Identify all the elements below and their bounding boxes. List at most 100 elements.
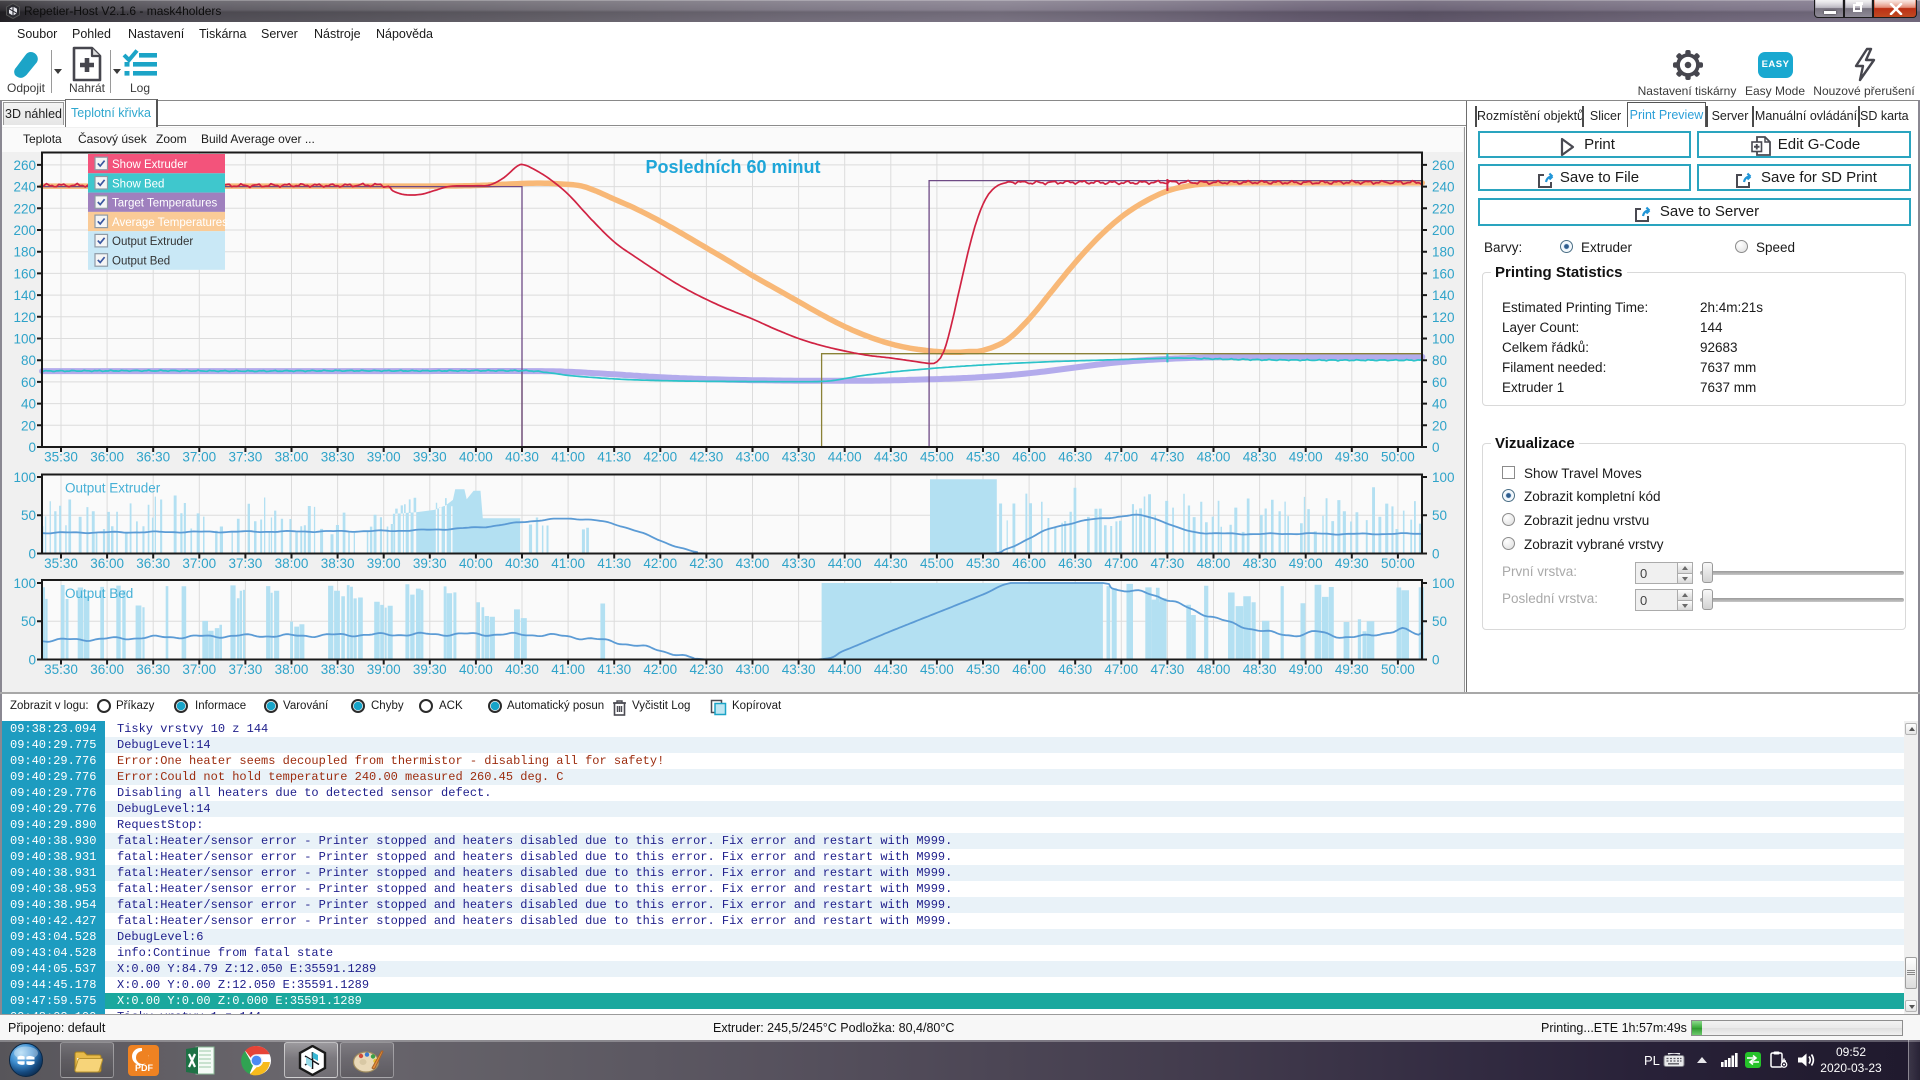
svg-text:Output Bed: Output Bed (112, 256, 170, 268)
svg-text:39:00: 39:00 (367, 662, 401, 677)
svg-text:38:30: 38:30 (321, 450, 355, 465)
svg-text:37:00: 37:00 (182, 662, 216, 677)
svg-text:43:00: 43:00 (736, 556, 770, 571)
svg-text:41:30: 41:30 (597, 556, 631, 571)
svg-text:100: 100 (1432, 576, 1455, 591)
svg-text:46:00: 46:00 (1012, 450, 1046, 465)
svg-text:42:30: 42:30 (690, 450, 724, 465)
svg-text:37:00: 37:00 (182, 450, 216, 465)
svg-text:20: 20 (21, 418, 36, 433)
svg-text:20: 20 (1432, 418, 1447, 433)
svg-text:0: 0 (28, 440, 36, 455)
svg-text:40:30: 40:30 (505, 556, 539, 571)
svg-text:48:30: 48:30 (1243, 662, 1277, 677)
svg-text:47:30: 47:30 (1151, 556, 1185, 571)
svg-text:100: 100 (1432, 332, 1455, 347)
svg-text:45:30: 45:30 (966, 450, 1000, 465)
svg-text:45:30: 45:30 (966, 556, 1000, 571)
svg-text:0: 0 (1432, 440, 1440, 455)
svg-text:45:00: 45:00 (920, 662, 954, 677)
svg-text:Posledních 60 minut: Posledních 60 minut (645, 157, 820, 177)
svg-text:Output Extruder: Output Extruder (65, 481, 161, 496)
svg-text:40:00: 40:00 (459, 450, 493, 465)
svg-text:44:30: 44:30 (874, 450, 908, 465)
svg-text:0: 0 (28, 547, 36, 562)
svg-text:46:00: 46:00 (1012, 662, 1046, 677)
svg-text:43:30: 43:30 (782, 450, 816, 465)
svg-text:44:00: 44:00 (828, 556, 862, 571)
svg-text:48:00: 48:00 (1197, 662, 1231, 677)
svg-text:37:30: 37:30 (229, 662, 263, 677)
svg-text:49:00: 49:00 (1289, 662, 1323, 677)
svg-text:50:00: 50:00 (1381, 450, 1415, 465)
svg-text:39:00: 39:00 (367, 556, 401, 571)
svg-text:40: 40 (1432, 397, 1447, 412)
svg-text:260: 260 (13, 158, 36, 173)
svg-text:120: 120 (13, 310, 36, 325)
svg-text:140: 140 (13, 288, 36, 303)
svg-text:43:00: 43:00 (736, 450, 770, 465)
svg-text:Show Bed: Show Bed (112, 178, 164, 190)
svg-text:47:00: 47:00 (1104, 556, 1138, 571)
svg-text:48:30: 48:30 (1243, 556, 1277, 571)
svg-text:44:30: 44:30 (874, 662, 908, 677)
svg-text:39:30: 39:30 (413, 662, 447, 677)
svg-text:49:00: 49:00 (1289, 556, 1323, 571)
svg-text:36:30: 36:30 (136, 450, 170, 465)
svg-text:42:30: 42:30 (690, 662, 724, 677)
svg-text:41:30: 41:30 (597, 450, 631, 465)
svg-text:41:00: 41:00 (551, 556, 585, 571)
svg-text:42:00: 42:00 (643, 662, 677, 677)
svg-text:220: 220 (13, 201, 36, 216)
svg-text:80: 80 (21, 353, 36, 368)
svg-text:200: 200 (1432, 223, 1455, 238)
svg-text:180: 180 (13, 245, 36, 260)
svg-text:240: 240 (13, 180, 36, 195)
svg-text:50: 50 (21, 508, 36, 523)
svg-text:44:00: 44:00 (828, 662, 862, 677)
svg-text:39:30: 39:30 (413, 450, 447, 465)
svg-text:36:00: 36:00 (90, 450, 124, 465)
svg-text:40:30: 40:30 (505, 662, 539, 677)
svg-text:39:00: 39:00 (367, 450, 401, 465)
svg-text:50: 50 (21, 614, 36, 629)
svg-text:47:30: 47:30 (1151, 662, 1185, 677)
svg-text:46:00: 46:00 (1012, 556, 1046, 571)
svg-text:40:00: 40:00 (459, 556, 493, 571)
svg-text:35:30: 35:30 (44, 662, 78, 677)
svg-text:50:00: 50:00 (1381, 662, 1415, 677)
svg-text:47:30: 47:30 (1151, 450, 1185, 465)
svg-text:44:00: 44:00 (828, 450, 862, 465)
svg-text:37:30: 37:30 (229, 556, 263, 571)
svg-text:42:00: 42:00 (643, 450, 677, 465)
svg-text:40:00: 40:00 (459, 662, 493, 677)
svg-text:0: 0 (28, 653, 36, 668)
svg-text:43:30: 43:30 (782, 556, 816, 571)
svg-text:100: 100 (13, 332, 36, 347)
svg-text:49:30: 49:30 (1335, 556, 1369, 571)
svg-text:43:30: 43:30 (782, 662, 816, 677)
svg-text:42:30: 42:30 (690, 556, 724, 571)
svg-text:37:00: 37:00 (182, 556, 216, 571)
svg-text:240: 240 (1432, 180, 1455, 195)
svg-text:Output Extruder: Output Extruder (112, 236, 193, 248)
svg-text:100: 100 (1432, 470, 1455, 485)
svg-text:46:30: 46:30 (1058, 556, 1092, 571)
svg-text:47:00: 47:00 (1104, 450, 1138, 465)
svg-text:260: 260 (1432, 158, 1455, 173)
svg-text:49:00: 49:00 (1289, 450, 1323, 465)
svg-text:46:30: 46:30 (1058, 662, 1092, 677)
svg-text:0: 0 (1432, 547, 1440, 562)
svg-text:35:30: 35:30 (44, 556, 78, 571)
svg-text:220: 220 (1432, 201, 1455, 216)
svg-text:36:30: 36:30 (136, 662, 170, 677)
svg-text:49:30: 49:30 (1335, 450, 1369, 465)
svg-text:50: 50 (1432, 614, 1447, 629)
svg-text:38:30: 38:30 (321, 556, 355, 571)
svg-text:48:00: 48:00 (1197, 450, 1231, 465)
svg-text:41:30: 41:30 (597, 662, 631, 677)
svg-text:42:00: 42:00 (643, 556, 677, 571)
svg-text:45:00: 45:00 (920, 556, 954, 571)
svg-text:48:00: 48:00 (1197, 556, 1231, 571)
svg-text:40: 40 (21, 397, 36, 412)
